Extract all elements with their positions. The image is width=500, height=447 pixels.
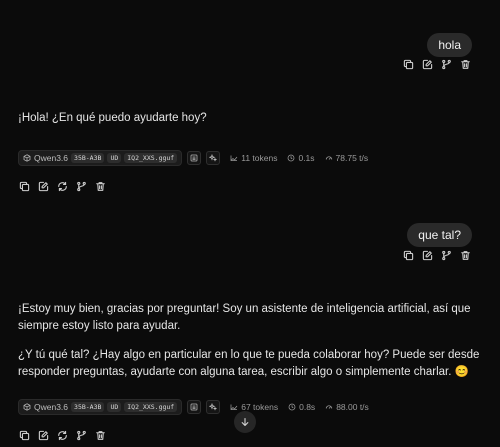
assistant-message: ¡Hola! ¿En qué puedo ayudarte hoy? bbox=[18, 110, 478, 127]
sparkle-button[interactable] bbox=[206, 400, 221, 414]
model-chip[interactable]: Qwen3.6 35B-A3B UD IQ2_XXS.gguf bbox=[18, 150, 183, 166]
branch-icon[interactable] bbox=[75, 180, 88, 193]
assistant-message: ¡Estoy muy bien, gracias por preguntar! … bbox=[18, 301, 480, 381]
user-message-actions bbox=[402, 58, 472, 71]
list-icon bbox=[190, 154, 198, 162]
trash-icon[interactable] bbox=[459, 58, 472, 71]
generation-time: 0.8s bbox=[288, 402, 315, 412]
generation-time: 0.1s bbox=[287, 153, 315, 163]
edit-icon[interactable] bbox=[37, 429, 50, 442]
model-tag: IQ2_XXS.gguf bbox=[124, 153, 178, 163]
scroll-to-bottom-button[interactable] bbox=[234, 411, 256, 433]
model-tag: 35B-A3B bbox=[71, 402, 105, 412]
copy-icon[interactable] bbox=[402, 249, 415, 262]
copy-icon[interactable] bbox=[18, 429, 31, 442]
sparkle-button[interactable] bbox=[206, 151, 221, 165]
branch-icon[interactable] bbox=[440, 249, 453, 262]
model-chip[interactable]: Qwen3.6 35B-A3B UD IQ2_XXS.gguf bbox=[18, 399, 183, 415]
regenerate-icon[interactable] bbox=[56, 180, 69, 193]
model-tag: IQ2_XXS.gguf bbox=[124, 402, 178, 412]
model-tag: 35B-A3B bbox=[71, 153, 105, 163]
token-count: 11 tokens bbox=[230, 153, 277, 163]
assistant-message-actions bbox=[18, 429, 107, 442]
assistant-paragraph: ¡Estoy muy bien, gracias por preguntar! … bbox=[18, 303, 471, 332]
assistant-message-actions bbox=[18, 180, 107, 193]
edit-icon[interactable] bbox=[37, 180, 50, 193]
tokens-icon bbox=[230, 154, 238, 162]
clock-icon bbox=[288, 403, 296, 411]
chat-page: { "messages": [ { "role": "user", "text"… bbox=[0, 0, 500, 447]
edit-icon[interactable] bbox=[421, 249, 434, 262]
generation-speed: 78.75 t/s bbox=[325, 153, 368, 163]
trash-icon[interactable] bbox=[94, 180, 107, 193]
trash-icon[interactable] bbox=[94, 429, 107, 442]
branch-icon[interactable] bbox=[75, 429, 88, 442]
message-stats: Qwen3.6 35B-A3B UD IQ2_XXS.gguf 11 token… bbox=[18, 150, 368, 166]
assistant-paragraph: ¡Hola! ¿En qué puedo ayudarte hoy? bbox=[18, 112, 207, 124]
clock-icon bbox=[287, 154, 295, 162]
gauge-icon bbox=[325, 403, 333, 411]
regenerate-icon[interactable] bbox=[56, 429, 69, 442]
model-tag: UD bbox=[107, 153, 122, 163]
assistant-paragraph: ¿Y tú qué tal? ¿Hay algo en particular e… bbox=[18, 349, 480, 378]
list-icon bbox=[190, 403, 198, 411]
edit-icon[interactable] bbox=[421, 58, 434, 71]
model-name: Qwen3.6 bbox=[34, 153, 69, 163]
copy-icon[interactable] bbox=[18, 180, 31, 193]
sparkle-icon bbox=[209, 403, 217, 411]
arrow-down-icon bbox=[240, 417, 250, 427]
view-raw-button[interactable] bbox=[187, 400, 202, 414]
token-count: 67 tokens bbox=[230, 402, 278, 412]
generation-speed: 88.00 t/s bbox=[325, 402, 369, 412]
user-message-actions bbox=[402, 249, 472, 262]
message-stats: Qwen3.6 35B-A3B UD IQ2_XXS.gguf 67 token… bbox=[18, 399, 369, 415]
trash-icon[interactable] bbox=[459, 249, 472, 262]
tokens-icon bbox=[230, 403, 238, 411]
user-message-bubble: que tal? bbox=[407, 223, 472, 247]
model-name: Qwen3.6 bbox=[34, 402, 69, 412]
sparkle-icon bbox=[209, 154, 217, 162]
cube-icon bbox=[23, 403, 31, 411]
copy-icon[interactable] bbox=[402, 58, 415, 71]
model-tag: UD bbox=[107, 402, 122, 412]
branch-icon[interactable] bbox=[440, 58, 453, 71]
user-message-bubble: hola bbox=[427, 33, 472, 57]
cube-icon bbox=[23, 154, 31, 162]
view-raw-button[interactable] bbox=[187, 151, 202, 165]
gauge-icon bbox=[325, 154, 333, 162]
